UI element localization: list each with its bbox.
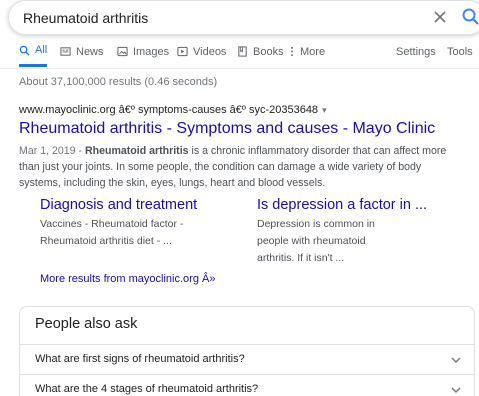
chevron-down-icon <box>451 387 461 393</box>
sitelink-desc-line: Vaccines - Rheumatoid factor - <box>40 218 184 230</box>
close-icon[interactable] <box>430 7 450 27</box>
news-icon <box>60 47 71 56</box>
chevron-down-icon <box>451 357 461 363</box>
search-results-page: All News Images Videos <box>0 0 479 396</box>
image-icon <box>117 46 128 57</box>
sitelink-diagnosis: Diagnosis and treatment Vaccines - Rheum… <box>40 197 240 250</box>
tab-all[interactable]: All <box>19 36 48 67</box>
tab-label: All <box>35 44 48 56</box>
snippet-highlight: Rheumatoid arthritis <box>84 145 189 157</box>
search-icon[interactable] <box>461 7 479 27</box>
tools-link[interactable]: Tools <box>447 36 473 67</box>
search-bar[interactable] <box>8 0 479 35</box>
tab-label: More <box>300 45 326 58</box>
tab-images[interactable]: Images <box>117 36 169 67</box>
people-also-ask-title: People also ask <box>35 316 138 332</box>
tab-news[interactable]: News <box>60 36 104 67</box>
video-icon <box>177 46 188 57</box>
sitelink-desc-line: Depression is common in <box>257 218 375 230</box>
search-input[interactable] <box>23 1 403 34</box>
tab-more[interactable]: More <box>289 36 325 67</box>
tab-videos[interactable]: Videos <box>177 36 226 67</box>
sitelink-desc-line: people with rheumatoid <box>257 235 366 247</box>
more-results-link[interactable]: More results from mayoclinic.org Â» <box>40 273 215 285</box>
book-icon <box>238 46 247 57</box>
tab-books[interactable]: Books <box>237 36 284 67</box>
search-icon <box>19 45 30 56</box>
sitelink-title-link[interactable]: Diagnosis and treatment <box>40 197 240 213</box>
tab-label: Videos <box>193 45 227 58</box>
result-url[interactable]: www.mayoclinic.org â€º symptoms-causes â… <box>19 104 327 116</box>
search-tabs: All News Images Videos Books More Settin… <box>0 36 479 69</box>
sitelink-desc: Depression is common in people with rheu… <box>257 216 457 267</box>
people-also-ask-box: People also ask What are first signs of … <box>19 306 475 396</box>
more-vert-icon <box>291 46 293 57</box>
result-url-text: www.mayoclinic.org â€º symptoms-causes â… <box>19 104 319 116</box>
sitelink-desc: Vaccines - Rheumatoid factor - Rheumatoi… <box>40 216 240 250</box>
sitelink-depression: Is depression a factor in ... Depression… <box>257 197 457 267</box>
settings-link[interactable]: Settings <box>396 36 436 67</box>
paa-question-row[interactable]: What are the 4 stages of rheumatoid arth… <box>20 374 474 396</box>
result-title-link[interactable]: Rheumatoid arthritis - Symptoms and caus… <box>19 120 435 138</box>
tab-label: Books <box>253 45 284 58</box>
result-stats: About 37,100,000 results (0.46 seconds) <box>19 76 218 88</box>
sitelink-title-link[interactable]: Is depression a factor in ... <box>257 197 457 213</box>
dropdown-arrow-icon[interactable]: ▾ <box>322 105 327 115</box>
result-snippet: Mar 1, 2019 - Rheumatoid arthritis is a … <box>19 143 459 191</box>
paa-question-text: What are the 4 stages of rheumatoid arth… <box>35 383 259 395</box>
tab-label: News <box>76 45 104 58</box>
tab-label: Images <box>133 45 170 58</box>
paa-question-text: What are first signs of rheumatoid arthr… <box>35 353 245 365</box>
result-date: Mar 1, 2019 - <box>19 145 85 157</box>
sitelink-desc-line: Rheumatoid arthritis diet - ... <box>40 235 172 247</box>
paa-question-row[interactable]: What are first signs of rheumatoid arthr… <box>20 344 474 374</box>
sitelink-desc-line: arthritis. If it isn't ... <box>257 252 345 264</box>
